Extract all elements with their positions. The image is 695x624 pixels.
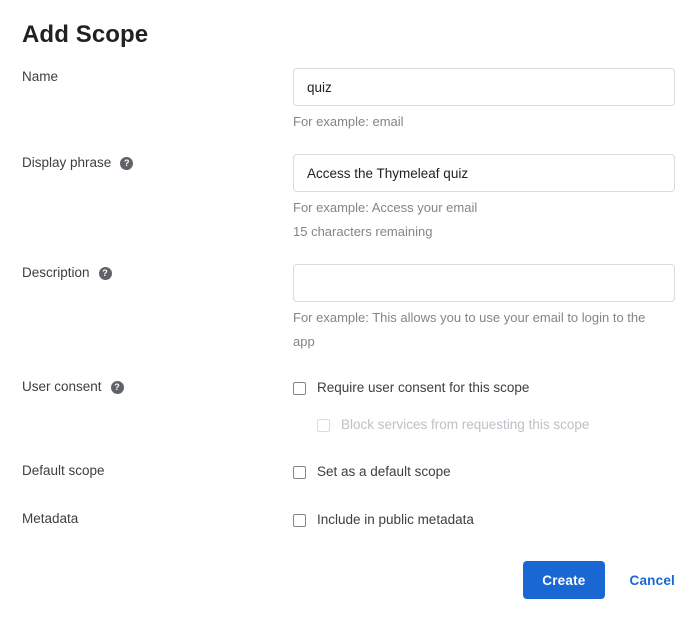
field-col-user-consent: Require user consent for this scope Bloc… (293, 378, 695, 435)
create-button[interactable]: Create (523, 561, 604, 599)
block-services-checkbox (317, 419, 330, 432)
description-input[interactable] (293, 264, 675, 302)
label-user-consent: User consent (22, 378, 102, 396)
default-scope-checkbox[interactable] (293, 466, 306, 479)
checkbox-row-default-scope[interactable]: Set as a default scope (293, 462, 675, 482)
label-metadata: Metadata (22, 510, 78, 528)
label-default-scope: Default scope (22, 462, 105, 480)
form-row-user-consent: User consent ? Require user consent for … (0, 378, 695, 435)
display-phrase-char-counter: 15 characters remaining (293, 220, 663, 244)
label-col-metadata: Metadata (0, 510, 293, 528)
label-col-default-scope: Default scope (0, 462, 293, 480)
default-scope-label[interactable]: Set as a default scope (317, 463, 451, 481)
label-col-user-consent: User consent ? (0, 378, 293, 396)
block-services-label: Block services from requesting this scop… (341, 416, 589, 434)
public-metadata-label[interactable]: Include in public metadata (317, 511, 474, 529)
help-icon[interactable]: ? (120, 157, 133, 170)
label-name: Name (22, 68, 58, 86)
form-row-display-phrase: Display phrase ? For example: Access you… (0, 154, 695, 244)
field-col-metadata: Include in public metadata (293, 510, 695, 530)
label-description: Description (22, 264, 90, 282)
help-icon[interactable]: ? (111, 381, 124, 394)
name-hint: For example: email (293, 110, 663, 134)
label-col-description: Description ? (0, 264, 293, 282)
form-actions: Create Cancel (523, 561, 675, 599)
checkbox-row-metadata[interactable]: Include in public metadata (293, 510, 675, 530)
name-input[interactable] (293, 68, 675, 106)
display-phrase-hint: For example: Access your email (293, 196, 663, 220)
help-icon[interactable]: ? (99, 267, 112, 280)
field-col-default-scope: Set as a default scope (293, 462, 695, 482)
form-row-default-scope: Default scope Set as a default scope (0, 462, 695, 482)
form-row-name: Name For example: email (0, 68, 695, 134)
label-display-phrase: Display phrase (22, 154, 111, 172)
field-col-name: For example: email (293, 68, 695, 134)
checkbox-row-require-consent[interactable]: Require user consent for this scope (293, 378, 675, 398)
add-scope-page: Add Scope Name For example: email Displa… (0, 0, 695, 624)
label-col-display-phrase: Display phrase ? (0, 154, 293, 172)
require-user-consent-checkbox[interactable] (293, 382, 306, 395)
checkbox-row-block-services: Block services from requesting this scop… (293, 415, 675, 435)
require-user-consent-label[interactable]: Require user consent for this scope (317, 379, 529, 397)
form-row-metadata: Metadata Include in public metadata (0, 510, 695, 530)
form-row-description: Description ? For example: This allows y… (0, 264, 695, 354)
page-title: Add Scope (22, 20, 148, 50)
field-col-description: For example: This allows you to use your… (293, 264, 695, 354)
description-hint: For example: This allows you to use your… (293, 306, 663, 354)
public-metadata-checkbox[interactable] (293, 514, 306, 527)
display-phrase-input[interactable] (293, 154, 675, 192)
field-col-display-phrase: For example: Access your email 15 charac… (293, 154, 695, 244)
label-col-name: Name (0, 68, 293, 86)
cancel-button[interactable]: Cancel (630, 573, 675, 588)
